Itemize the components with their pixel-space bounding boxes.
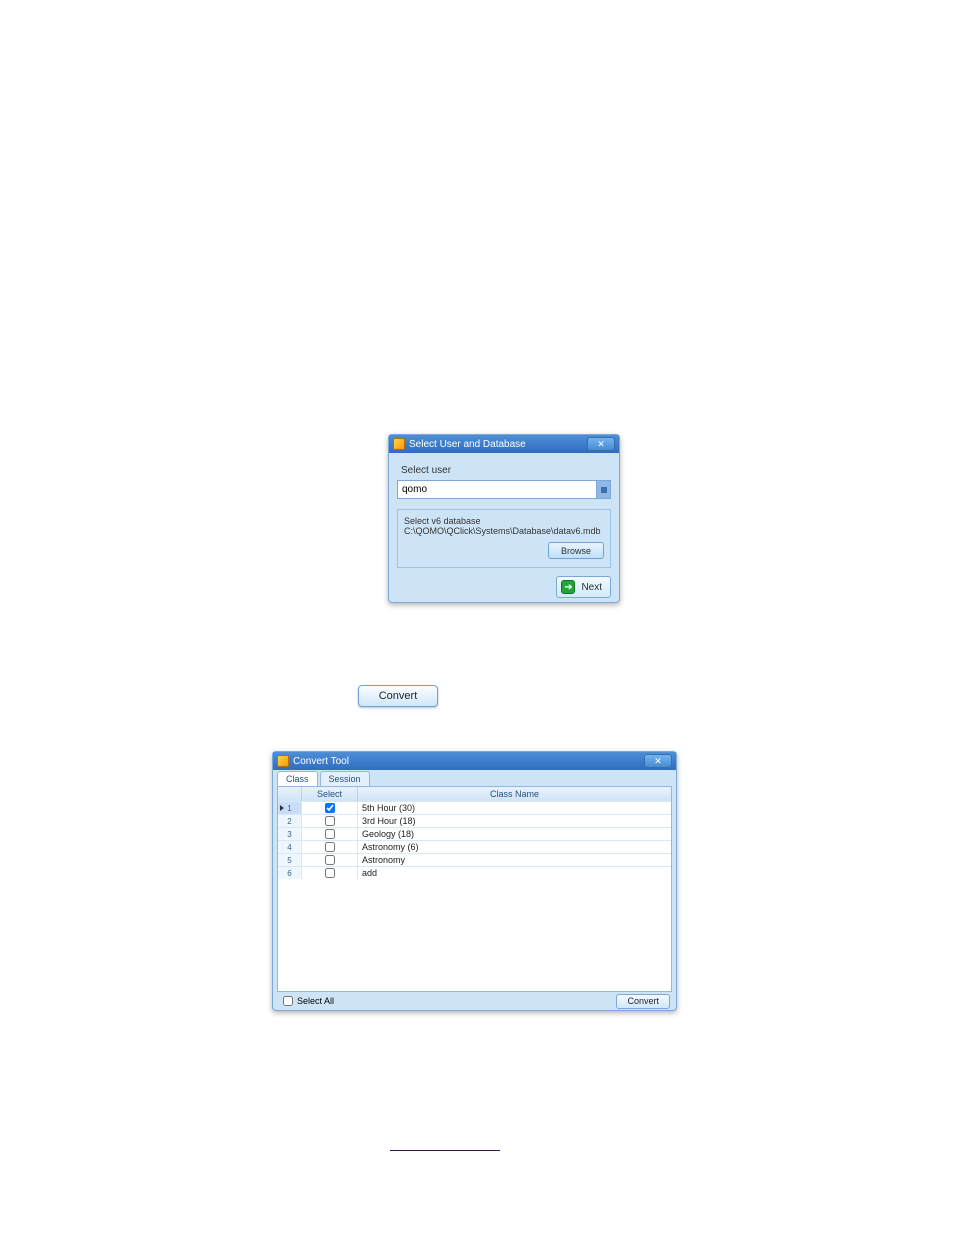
row-checkbox[interactable] bbox=[325, 829, 335, 839]
user-input[interactable] bbox=[398, 481, 596, 498]
row-class-name: 3rd Hour (18) bbox=[358, 815, 671, 827]
tab-row: Class Session bbox=[273, 770, 676, 786]
close-icon: ✕ bbox=[597, 440, 605, 449]
row-select-cell[interactable] bbox=[302, 867, 358, 879]
select-all-checkbox[interactable]: Select All bbox=[279, 993, 334, 1009]
user-combobox[interactable] bbox=[397, 480, 611, 499]
table-row[interactable]: 5 Astronomy bbox=[278, 853, 671, 866]
dialog-footer: Select All Convert bbox=[273, 992, 676, 1010]
footer-link-placeholder bbox=[390, 1150, 500, 1151]
col-select[interactable]: Select bbox=[302, 787, 358, 801]
row-class-name: add bbox=[358, 867, 671, 879]
arrow-right-icon: ➔ bbox=[561, 580, 575, 594]
next-button[interactable]: ➔ Next bbox=[556, 576, 611, 598]
select-user-label: Select user bbox=[401, 465, 607, 476]
dialog-titlebar[interactable]: Convert Tool ✕ bbox=[273, 752, 676, 770]
table-row[interactable]: 2 3rd Hour (18) bbox=[278, 814, 671, 827]
row-class-name: Astronomy bbox=[358, 854, 671, 866]
row-header[interactable]: 2 bbox=[278, 815, 302, 827]
row-select-cell[interactable] bbox=[302, 854, 358, 866]
row-checkbox[interactable] bbox=[325, 868, 335, 878]
row-select-cell[interactable] bbox=[302, 828, 358, 840]
dialog-title: Convert Tool bbox=[293, 756, 644, 767]
row-header[interactable]: 1 bbox=[278, 802, 302, 814]
row-select-cell[interactable] bbox=[302, 815, 358, 827]
select-user-database-dialog: Select User and Database ✕ Select user S… bbox=[388, 434, 620, 603]
dialog-title: Select User and Database bbox=[409, 439, 587, 450]
class-grid: Select Class Name 1 5th Hour (30) 2 3rd Hou… bbox=[277, 786, 672, 992]
chevron-down-icon bbox=[601, 487, 607, 493]
convert-button-standalone[interactable]: Convert bbox=[358, 685, 438, 707]
tab-class[interactable]: Class bbox=[277, 771, 318, 786]
convert-button[interactable]: Convert bbox=[616, 994, 670, 1009]
grid-header: Select Class Name bbox=[278, 787, 671, 801]
row-checkbox[interactable] bbox=[325, 855, 335, 865]
row-checkbox[interactable] bbox=[325, 816, 335, 826]
table-row[interactable]: 3 Geology (18) bbox=[278, 827, 671, 840]
row-header[interactable]: 3 bbox=[278, 828, 302, 840]
app-icon bbox=[277, 755, 289, 767]
row-header[interactable]: 5 bbox=[278, 854, 302, 866]
row-select-cell[interactable] bbox=[302, 841, 358, 853]
row-class-name: Geology (18) bbox=[358, 828, 671, 840]
table-row[interactable]: 4 Astronomy (6) bbox=[278, 840, 671, 853]
close-button[interactable]: ✕ bbox=[587, 437, 615, 451]
database-fieldset: Select v6 database C:\QOMO\QClick\System… bbox=[397, 509, 611, 568]
table-row[interactable]: 6 add bbox=[278, 866, 671, 879]
row-class-name: Astronomy (6) bbox=[358, 841, 671, 853]
col-class-name[interactable]: Class Name bbox=[358, 787, 671, 801]
select-all-input[interactable] bbox=[283, 996, 293, 1006]
row-select-cell[interactable] bbox=[302, 802, 358, 814]
browse-button[interactable]: Browse bbox=[548, 542, 604, 559]
database-path: C:\QOMO\QClick\Systems\Database\datav6.m… bbox=[404, 526, 604, 536]
row-checkbox[interactable] bbox=[325, 803, 335, 813]
row-header[interactable]: 6 bbox=[278, 867, 302, 879]
row-checkbox[interactable] bbox=[325, 842, 335, 852]
select-all-label: Select All bbox=[297, 996, 334, 1006]
database-label: Select v6 database bbox=[404, 516, 604, 526]
current-row-indicator-icon bbox=[280, 805, 284, 811]
next-label: Next bbox=[581, 582, 602, 593]
close-button[interactable]: ✕ bbox=[644, 754, 672, 768]
row-header[interactable]: 4 bbox=[278, 841, 302, 853]
dropdown-button[interactable] bbox=[596, 481, 610, 498]
row-class-name: 5th Hour (30) bbox=[358, 802, 671, 814]
app-icon bbox=[393, 438, 405, 450]
tab-session[interactable]: Session bbox=[320, 771, 370, 786]
convert-tool-window: Convert Tool ✕ Class Session Select Clas… bbox=[272, 751, 677, 1011]
dialog-titlebar[interactable]: Select User and Database ✕ bbox=[389, 435, 619, 453]
table-row[interactable]: 1 5th Hour (30) bbox=[278, 801, 671, 814]
close-icon: ✕ bbox=[654, 757, 662, 766]
